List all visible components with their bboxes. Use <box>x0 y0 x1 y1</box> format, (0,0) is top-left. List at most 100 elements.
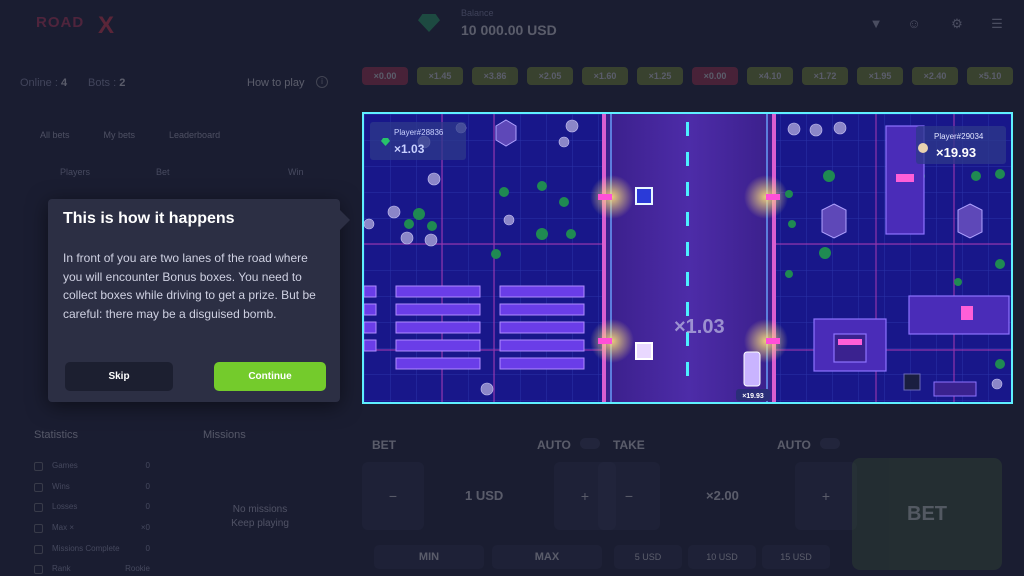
quick-bet-button[interactable]: 5 USD <box>614 545 682 569</box>
bet-auto-toggle[interactable] <box>580 438 600 449</box>
online-count: Online : 4 <box>20 77 67 89</box>
player-car-icon <box>743 351 761 387</box>
continue-button[interactable]: Continue <box>214 362 326 391</box>
stat-row: Wins 0 <box>34 481 150 495</box>
stat-icon <box>34 524 43 533</box>
stat-value: Rookie <box>125 564 150 573</box>
online-label: Online : <box>20 77 58 89</box>
tab-all-bets[interactable]: All bets <box>30 126 80 144</box>
how-to-play-link[interactable]: How to play <box>247 77 304 89</box>
game-scene: ×1.03 ×19.93 Player#28836 ×1.03 Player#2… <box>364 114 1011 402</box>
player-card-left: Player#28836 ×1.03 <box>370 122 466 160</box>
history-chip: ×1.60 <box>582 67 628 85</box>
missions-empty-line1: No missions <box>232 504 288 515</box>
player-name: Player#28836 <box>394 128 444 137</box>
game-canvas: ×1.03 ×19.93 Player#28836 ×1.03 Player#2… <box>362 112 1013 404</box>
logo-x: X <box>98 12 115 39</box>
player-avatar-icon <box>918 143 928 153</box>
bots-count: Bots : 2 <box>88 77 125 89</box>
building <box>908 295 1010 335</box>
info-icon[interactable]: i <box>316 76 328 88</box>
bet-amount[interactable]: 1 USD <box>465 488 503 503</box>
missions-title: Missions <box>203 429 246 441</box>
bots-value: 2 <box>119 77 126 89</box>
popup-pointer <box>338 208 350 232</box>
stat-value: ×0 <box>140 523 150 532</box>
stat-value: 0 <box>145 482 150 491</box>
tab-my-bets[interactable]: My bets <box>94 126 146 144</box>
bet-auto-label: AUTO <box>537 438 571 452</box>
stat-label: Max × <box>52 523 75 532</box>
bots-label: Bots : <box>88 77 117 89</box>
history-chip: ×1.25 <box>637 67 683 85</box>
stat-value: 0 <box>145 544 150 553</box>
history-chip: ×0.00 <box>362 67 408 85</box>
take-label: TAKE <box>613 438 645 452</box>
stat-row: Rank Rookie <box>34 563 150 576</box>
take-auto-label: AUTO <box>777 438 811 452</box>
car-multiplier-tag: ×19.93 <box>742 393 764 400</box>
stat-label: Rank <box>52 564 71 573</box>
history-chip: ×4.10 <box>747 67 793 85</box>
stat-icon <box>34 462 43 471</box>
logo-text: ROAD <box>36 14 85 31</box>
history-chip: ×5.10 <box>967 67 1013 85</box>
skip-button[interactable]: Skip <box>65 362 173 391</box>
bonus-box-icon <box>635 187 653 205</box>
bets-tabs: All bets My bets Leaderboard <box>30 126 230 144</box>
take-multiplier[interactable]: ×2.00 <box>706 488 739 503</box>
missions-empty-line2: Keep playing <box>231 518 289 529</box>
player-multiplier: ×19.93 <box>936 145 976 160</box>
dropdown-icon[interactable]: ▼ <box>868 16 884 32</box>
popup-title: This is how it happens <box>63 210 235 227</box>
settings-icon[interactable]: ⚙ <box>949 16 965 32</box>
history-chip: ×1.45 <box>417 67 463 85</box>
quick-bet-button[interactable]: 15 USD <box>762 545 830 569</box>
tutorial-popup: This is how it happens In front of you a… <box>48 199 340 402</box>
stat-icon <box>34 545 43 554</box>
stat-label: Games <box>52 461 78 470</box>
col-win: Win <box>288 167 304 177</box>
stat-label: Losses <box>52 502 78 511</box>
balance-value: 10 000.00 USD <box>461 22 557 38</box>
balance-label: Balance <box>461 8 494 18</box>
center-multiplier: ×1.03 <box>674 316 725 338</box>
statistics-title: Statistics <box>34 429 79 441</box>
bet-label: BET <box>372 438 396 452</box>
history-chip: ×3.86 <box>472 67 518 85</box>
take-auto-toggle[interactable] <box>820 438 840 449</box>
take-minus-button[interactable]: − <box>598 462 660 530</box>
stat-row: Games 0 <box>34 460 150 474</box>
missions-empty: No missions Keep playing <box>214 503 306 531</box>
tab-leaderboard[interactable]: Leaderboard <box>159 126 230 144</box>
popup-body: In front of you are two lanes of the roa… <box>63 251 316 321</box>
quick-bet-button[interactable]: 10 USD <box>688 545 756 569</box>
stat-row: Missions Complete 0 <box>34 543 150 557</box>
stat-label: Wins <box>52 482 70 491</box>
balance-gem-icon <box>418 14 440 32</box>
col-bet: Bet <box>156 167 170 177</box>
menu-icon[interactable]: ☰ <box>989 16 1005 32</box>
stat-value: 0 <box>145 461 150 470</box>
history-chip: ×1.72 <box>802 67 848 85</box>
stat-label: Missions Complete <box>52 544 120 553</box>
bet-minus-button[interactable]: − <box>362 462 424 530</box>
stat-row: Max × ×0 <box>34 522 150 536</box>
col-players: Players <box>60 167 91 177</box>
min-bet-button[interactable]: MIN <box>374 545 484 569</box>
player-name: Player#29034 <box>934 132 984 141</box>
stat-row: Losses 0 <box>34 501 150 515</box>
history-chip: ×2.40 <box>912 67 958 85</box>
take-plus-button[interactable]: + <box>795 462 857 530</box>
stat-value: 0 <box>145 502 150 511</box>
avatar-icon[interactable]: ☺ <box>906 16 922 32</box>
history-chip: ×1.95 <box>857 67 903 85</box>
place-bet-button[interactable]: BET <box>852 458 1002 570</box>
max-bet-button[interactable]: MAX <box>492 545 602 569</box>
stat-icon <box>34 483 43 492</box>
history-chip: ×0.00 <box>692 67 738 85</box>
player-multiplier: ×1.03 <box>394 142 425 156</box>
bonus-box-icon <box>635 342 653 360</box>
player-card-right: Player#29034 ×19.93 <box>916 126 1006 164</box>
stat-icon <box>34 503 43 512</box>
